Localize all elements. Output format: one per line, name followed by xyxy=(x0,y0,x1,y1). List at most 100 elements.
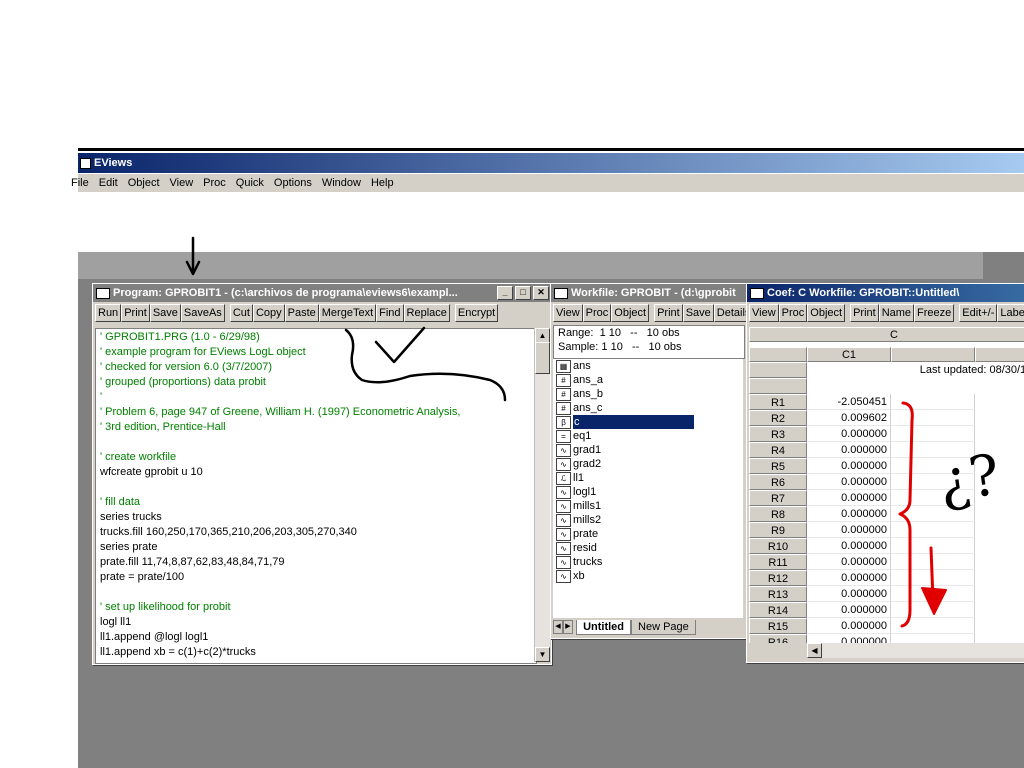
coef-value-cell[interactable]: 0.000000 xyxy=(807,602,891,618)
coef-title-bar[interactable]: Coef: C Workfile: GPROBIT::Untitled\ xyxy=(747,284,1024,302)
coef-value-cell[interactable]: 0.000000 xyxy=(807,634,891,643)
workfile-object-xb[interactable]: ∿ xb xyxy=(553,569,743,583)
workfile-object-prate[interactable]: ∿ prate xyxy=(553,527,743,541)
freeze-button[interactable]: Freeze xyxy=(914,304,955,322)
empty-cell[interactable] xyxy=(891,522,975,538)
maximize-button[interactable]: □ xyxy=(515,286,531,300)
empty-cell[interactable] xyxy=(891,506,975,522)
coef-value-cell[interactable]: 0.000000 xyxy=(807,522,891,538)
empty-cell[interactable] xyxy=(891,538,975,554)
row-label[interactable]: R7 xyxy=(749,490,807,506)
empty-cell[interactable] xyxy=(891,490,975,506)
view-button[interactable]: View xyxy=(749,304,779,322)
row-label[interactable]: R3 xyxy=(749,426,807,442)
proc-button[interactable]: Proc xyxy=(778,304,808,322)
coef-value-cell[interactable]: 0.000000 xyxy=(807,426,891,442)
workfile-range-panel[interactable]: Range: 1 10 -- 10 obs Sample: 1 10 -- 10… xyxy=(553,325,745,359)
app-title-bar[interactable]: EViews xyxy=(78,153,1024,173)
tab-new-page[interactable]: New Page xyxy=(631,620,696,635)
menu-view[interactable]: View xyxy=(170,177,194,189)
workfile-object-ans[interactable]: ▦ ans xyxy=(553,359,743,373)
menu-help[interactable]: Help xyxy=(371,177,394,189)
save-button[interactable]: Save xyxy=(149,304,181,322)
row-label[interactable]: R2 xyxy=(749,410,807,426)
tab-scroll-right-icon[interactable]: ▶ xyxy=(563,620,573,635)
row-label[interactable]: R12 xyxy=(749,570,807,586)
menu-quick[interactable]: Quick xyxy=(236,177,264,189)
row-label[interactable]: R14 xyxy=(749,602,807,618)
row-label[interactable]: R6 xyxy=(749,474,807,490)
workfile-object-eq1[interactable]: = eq1 xyxy=(553,429,743,443)
empty-cell[interactable] xyxy=(891,570,975,586)
empty-cell[interactable] xyxy=(891,586,975,602)
menu-proc[interactable]: Proc xyxy=(203,177,226,189)
row-label[interactable]: R9 xyxy=(749,522,807,538)
empty-cell[interactable] xyxy=(891,458,975,474)
coef-value-cell[interactable]: 0.000000 xyxy=(807,538,891,554)
command-window[interactable] xyxy=(78,192,1024,252)
label-button[interactable]: Label- xyxy=(997,304,1024,322)
workfile-object-ans-c[interactable]: # ans_c xyxy=(553,401,743,415)
row-label[interactable]: R15 xyxy=(749,618,807,634)
row-label[interactable]: R13 xyxy=(749,586,807,602)
coef-value-cell[interactable]: 0.009602 xyxy=(807,410,891,426)
workfile-object-mills1[interactable]: ∿ mills1 xyxy=(553,499,743,513)
row-label[interactable]: R4 xyxy=(749,442,807,458)
empty-cell[interactable] xyxy=(891,394,975,410)
run-button[interactable]: Run xyxy=(95,304,122,322)
coef-value-cell[interactable]: 0.000000 xyxy=(807,570,891,586)
coef-horizontal-scrollbar[interactable]: ◀ xyxy=(807,643,1024,658)
encrypt-button[interactable]: Encrypt xyxy=(454,304,499,322)
print-button[interactable]: Print xyxy=(654,304,683,322)
coef-value-cell[interactable]: 0.000000 xyxy=(807,586,891,602)
scroll-up-icon[interactable]: ▲ xyxy=(535,328,550,343)
coef-value-cell[interactable]: 0.000000 xyxy=(807,442,891,458)
row-label[interactable]: R1 xyxy=(749,394,807,410)
empty-cell[interactable] xyxy=(891,634,975,643)
row-label[interactable]: R10 xyxy=(749,538,807,554)
minimize-button[interactable]: _ xyxy=(497,286,513,300)
print-button[interactable]: Print xyxy=(850,304,879,322)
coef-value-cell[interactable]: 0.000000 xyxy=(807,506,891,522)
print-button[interactable]: Print xyxy=(121,304,150,322)
scroll-down-icon[interactable]: ▼ xyxy=(535,647,550,662)
workfile-object-resid[interactable]: ∿ resid xyxy=(553,541,743,555)
paste-button[interactable]: Paste xyxy=(284,304,319,322)
copy-button[interactable]: Copy xyxy=(252,304,285,322)
scroll-thumb[interactable] xyxy=(535,342,550,374)
workfile-object-trucks[interactable]: ∿ trucks xyxy=(553,555,743,569)
cut-button[interactable]: Cut xyxy=(229,304,253,322)
program-editor[interactable]: ' GPROBIT1.PRG (1.0 - 6/29/98) ' example … xyxy=(95,328,537,664)
empty-cell[interactable] xyxy=(891,410,975,426)
mergetext-button[interactable]: MergeText xyxy=(318,304,377,322)
row-label[interactable]: R8 xyxy=(749,506,807,522)
workfile-object-logl1[interactable]: ∿ logl1 xyxy=(553,485,743,499)
workfile-object-ll1[interactable]: ℒll1 xyxy=(553,471,743,485)
empty-cell[interactable] xyxy=(891,602,975,618)
column-header-blank-2[interactable] xyxy=(975,347,1024,362)
object-button[interactable]: Object xyxy=(807,304,846,322)
name-button[interactable]: Name xyxy=(878,304,915,322)
object-button[interactable]: Object xyxy=(611,304,650,322)
view-button[interactable]: View xyxy=(553,304,583,322)
workfile-object-ans-b[interactable]: # ans_b xyxy=(553,387,743,401)
row-label[interactable]: R5 xyxy=(749,458,807,474)
program-title-bar[interactable]: Program: GPROBIT1 - (c:\archivos de prog… xyxy=(93,284,551,302)
empty-cell[interactable] xyxy=(891,554,975,570)
proc-button[interactable]: Proc xyxy=(582,304,612,322)
coef-value-cell[interactable]: 0.000000 xyxy=(807,490,891,506)
menu-edit[interactable]: Edit xyxy=(99,177,118,189)
workfile-object-mills2[interactable]: ∿ mills2 xyxy=(553,513,743,527)
tab-untitled[interactable]: Untitled xyxy=(576,620,632,635)
empty-cell[interactable] xyxy=(891,426,975,442)
details-button[interactable]: Details+ xyxy=(713,304,747,322)
coef-value-cell[interactable]: -2.050451 xyxy=(807,394,891,410)
coef-value-cell[interactable]: 0.000000 xyxy=(807,474,891,490)
save-button[interactable]: Save xyxy=(682,304,714,322)
column-header-c1[interactable]: C1 xyxy=(807,347,891,362)
row-label[interactable]: R16 xyxy=(749,634,807,643)
replace-button[interactable]: Replace xyxy=(403,304,450,322)
menu-file[interactable]: File xyxy=(71,177,89,189)
edit-button[interactable]: Edit+/- xyxy=(959,304,998,322)
workfile-object-grad1[interactable]: ∿ grad1 xyxy=(553,443,743,457)
